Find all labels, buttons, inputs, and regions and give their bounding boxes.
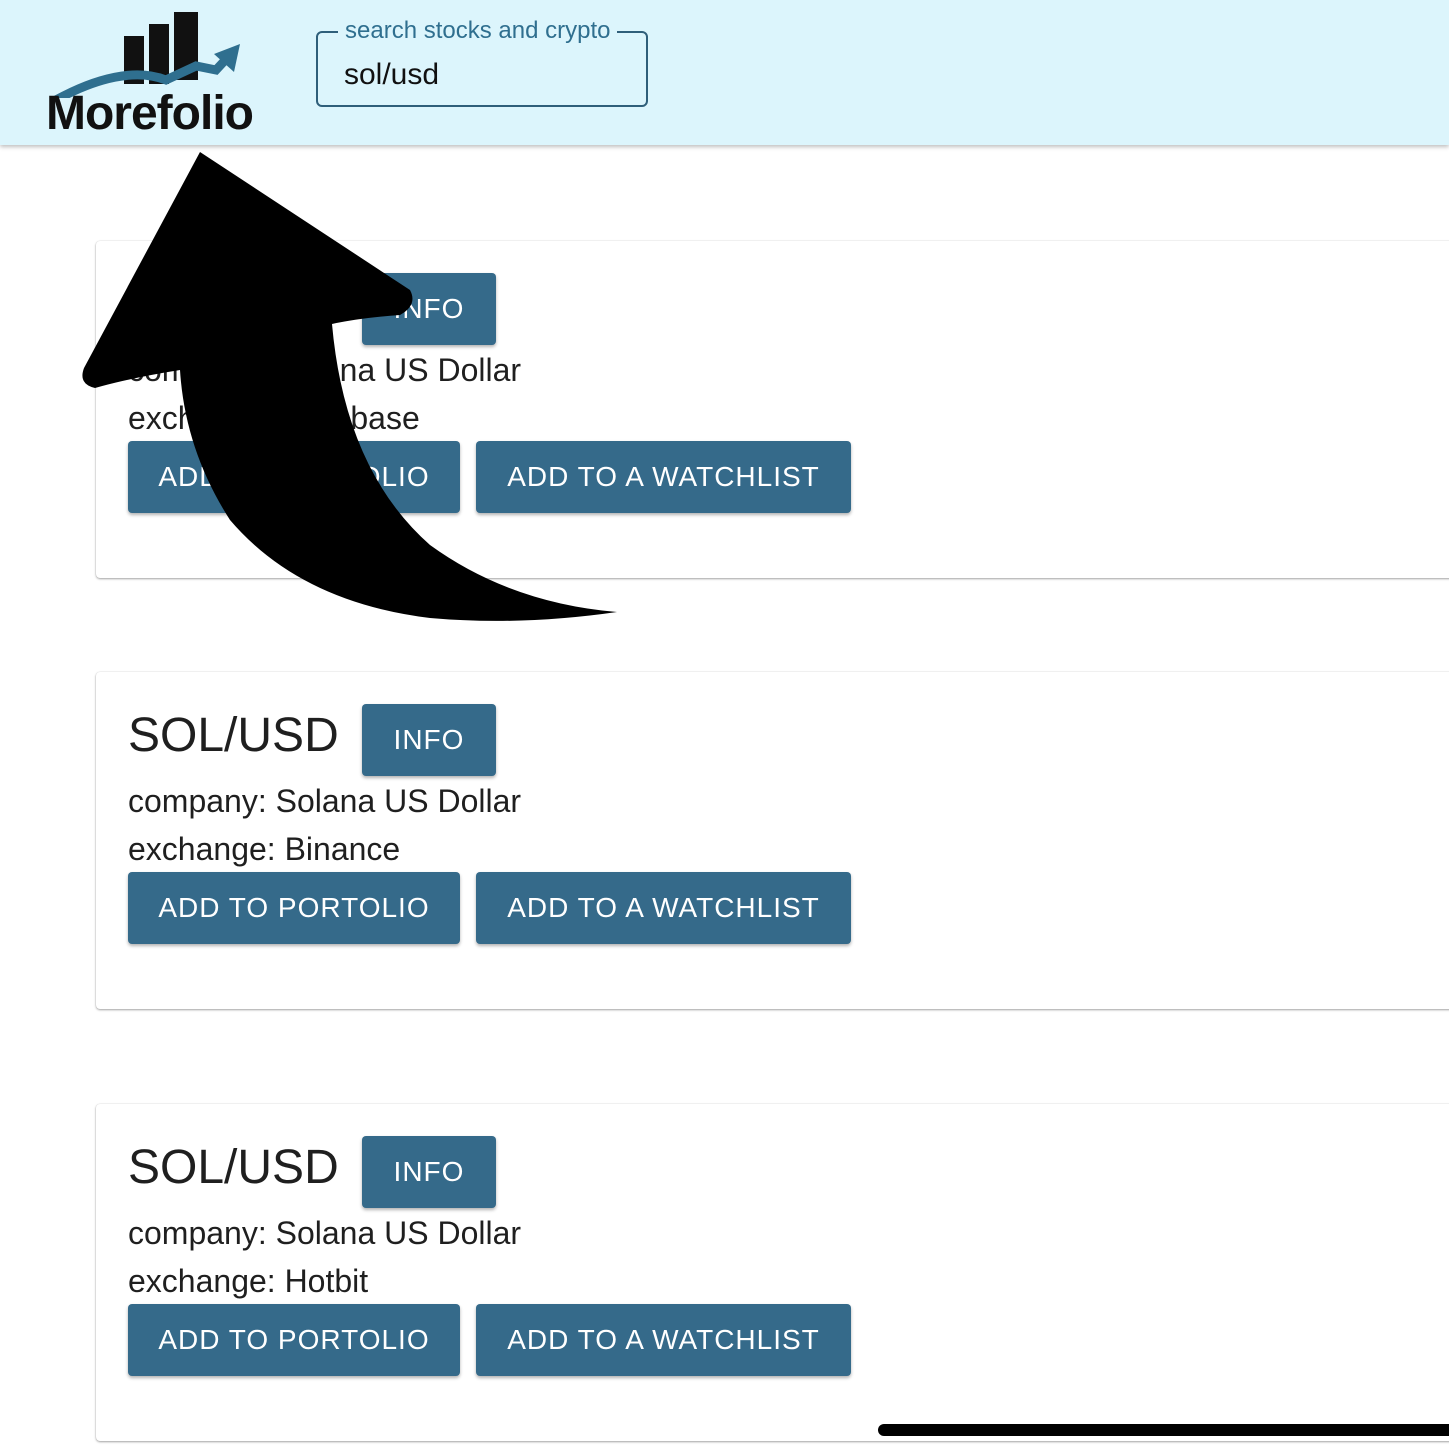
- result-card: SOL/USD INFO company: Solana US Dollar e…: [96, 1104, 1449, 1441]
- search-input[interactable]: [344, 55, 634, 95]
- add-to-portfolio-button[interactable]: ADD TO PORTOLIO: [128, 441, 460, 513]
- info-button[interactable]: INFO: [362, 1136, 496, 1208]
- search-label: search stocks and crypto: [338, 17, 618, 45]
- result-company: company: Solana US Dollar: [128, 1215, 522, 1251]
- app-header: Morefolio search stocks and crypto: [0, 0, 1449, 145]
- result-company: company: Solana US Dollar: [128, 783, 522, 819]
- result-company: company: Solana US Dollar: [128, 352, 522, 388]
- add-to-watchlist-button[interactable]: ADD TO A WATCHLIST: [476, 872, 851, 944]
- home-indicator: [878, 1424, 1449, 1436]
- search-field[interactable]: search stocks and crypto: [316, 17, 648, 107]
- result-exchange: exchange: Binance: [128, 831, 401, 867]
- result-symbol: SOL/USD: [128, 278, 339, 331]
- result-exchange: exchange: Hotbit: [128, 1263, 369, 1299]
- result-card: SOL/USD INFO company: Solana US Dollar e…: [96, 241, 1449, 578]
- info-button[interactable]: INFO: [362, 273, 496, 345]
- morefolio-logo[interactable]: Morefolio: [46, 8, 271, 140]
- bar-chart-with-arrow-icon: [53, 12, 240, 98]
- add-to-watchlist-button[interactable]: ADD TO A WATCHLIST: [476, 1304, 851, 1376]
- result-symbol: SOL/USD: [128, 709, 339, 762]
- add-to-portfolio-button[interactable]: ADD TO PORTOLIO: [128, 1304, 460, 1376]
- logo-text: Morefolio: [46, 87, 254, 140]
- result-symbol: SOL/USD: [128, 1141, 339, 1194]
- info-button[interactable]: INFO: [362, 704, 496, 776]
- add-to-portfolio-button[interactable]: ADD TO PORTOLIO: [128, 872, 460, 944]
- result-exchange: exchange: Coinbase: [128, 400, 420, 436]
- result-card: SOL/USD INFO company: Solana US Dollar e…: [96, 672, 1449, 1009]
- add-to-watchlist-button[interactable]: ADD TO A WATCHLIST: [476, 441, 851, 513]
